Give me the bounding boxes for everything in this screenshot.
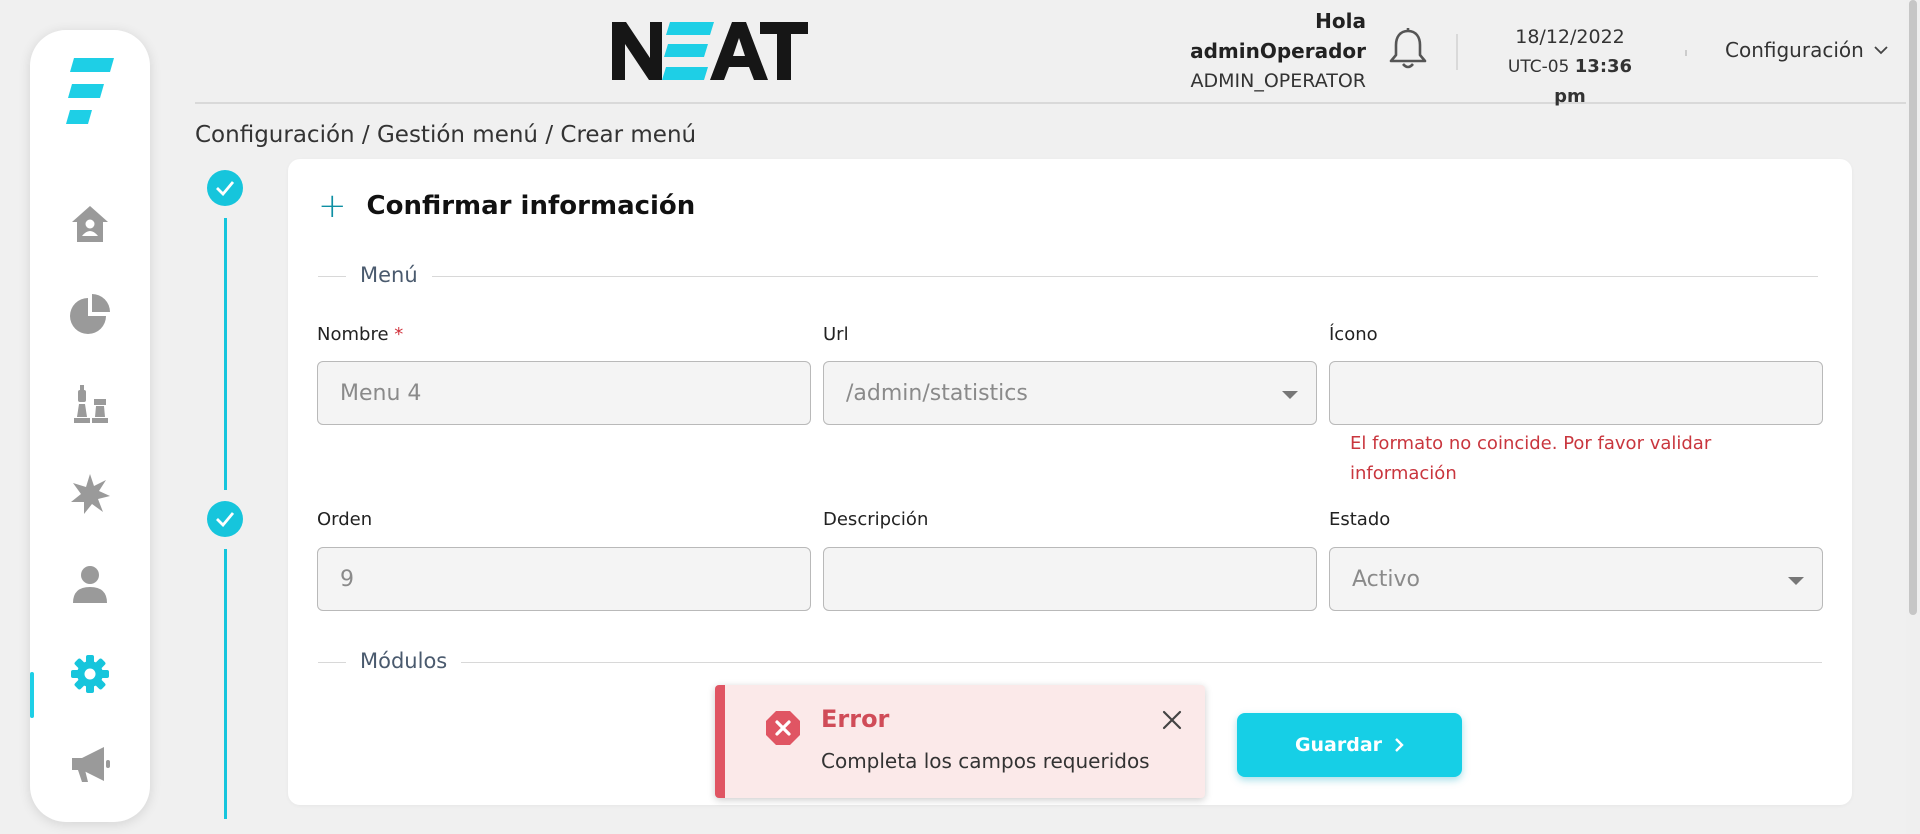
estado-select[interactable]: Activo: [1329, 547, 1823, 611]
caret-down-icon: [1788, 577, 1804, 585]
plus-icon[interactable]: +: [318, 189, 347, 223]
megaphone-icon: [72, 747, 110, 782]
check-icon: [216, 181, 235, 196]
user-role: ADMIN_OPERATOR: [1190, 70, 1366, 92]
url-value: /admin/statistics: [846, 380, 1028, 406]
toast-message: Completa los campos requeridos: [821, 749, 1150, 773]
section-divider: [318, 276, 1818, 277]
config-label: Configuración: [1725, 38, 1864, 62]
nombre-label: Nombre *: [317, 324, 403, 345]
sidebar-item-strategy[interactable]: [30, 372, 150, 436]
notification-bell-icon[interactable]: [1385, 26, 1431, 72]
home-icon: [72, 206, 108, 242]
icono-field[interactable]: [1329, 361, 1823, 425]
top-header: Hola adminOperador ADMIN_OPERATOR: [195, 0, 1920, 104]
orden-label: Orden: [317, 509, 373, 530]
estado-value: Activo: [1352, 566, 1420, 592]
scrollbar-thumb[interactable]: [1909, 0, 1917, 615]
greeting-text: Hola: [1315, 9, 1366, 33]
sidebar-item-statistics[interactable]: [30, 282, 150, 346]
step-connector: [224, 218, 227, 490]
card-header: + Confirmar información: [318, 189, 695, 223]
sidebar: [30, 30, 150, 822]
step-connector: [224, 549, 227, 819]
orden-value: 9: [340, 566, 354, 592]
nombre-value: Menu 4: [340, 380, 422, 406]
descripcion-label: Descripción: [823, 509, 929, 530]
user-icon: [73, 566, 107, 603]
toast-title: Error: [821, 705, 890, 733]
burst-icon: [71, 474, 110, 514]
sidebar-item-settings[interactable]: [30, 642, 150, 706]
sidebar-item-home[interactable]: [30, 192, 150, 256]
close-icon[interactable]: [1161, 709, 1183, 731]
step-1-complete: [207, 170, 243, 206]
section-title-modules: Módulos: [346, 649, 462, 673]
orden-field[interactable]: 9: [317, 547, 811, 611]
save-button-label: Guardar: [1294, 734, 1383, 756]
nombre-field[interactable]: Menu 4: [317, 361, 811, 425]
timezone-time: UTC-05 13:36 pm: [1495, 52, 1645, 112]
error-toast: Error Completa los campos requeridos: [715, 685, 1205, 798]
required-mark: *: [394, 324, 404, 345]
breadcrumb: Configuración / Gestión menú / Crear men…: [195, 122, 697, 148]
app-logo-icon[interactable]: [66, 54, 116, 126]
step-2-complete: [207, 501, 243, 537]
chevron-right-icon: [1395, 738, 1404, 752]
nombre-label-text: Nombre: [317, 324, 389, 345]
url-select[interactable]: /admin/statistics: [823, 361, 1317, 425]
username: adminOperador: [1190, 39, 1366, 63]
error-icon: [766, 711, 800, 745]
icono-error-message: El formato no coincide. Por favor valida…: [1350, 433, 1712, 484]
descripcion-field[interactable]: [823, 547, 1317, 611]
gear-icon: [71, 655, 109, 693]
check-icon: [216, 512, 235, 527]
chevron-down-icon: [1874, 46, 1888, 55]
sidebar-item-campaigns[interactable]: [30, 732, 150, 796]
current-date: 18/12/2022: [1515, 26, 1625, 48]
icono-label: Ícono: [1329, 324, 1378, 345]
timezone: UTC-05: [1507, 57, 1570, 77]
config-dropdown[interactable]: Configuración: [1725, 38, 1888, 62]
save-button[interactable]: Guardar: [1237, 713, 1462, 777]
header-divider: [1456, 34, 1458, 70]
chess-icon: [74, 385, 108, 423]
pie-chart-icon: [70, 294, 110, 334]
page-scrollbar[interactable]: [1906, 0, 1920, 834]
neat-logo: [612, 22, 808, 80]
sidebar-item-events[interactable]: [30, 462, 150, 526]
card-title: Confirmar información: [366, 191, 696, 221]
user-greeting: Hola adminOperador ADMIN_OPERATOR: [1190, 6, 1366, 96]
section-divider: [318, 662, 1822, 663]
header-divider-small: [1685, 50, 1687, 56]
sidebar-item-users[interactable]: [30, 552, 150, 616]
url-label: Url: [823, 324, 849, 345]
caret-down-icon: [1282, 391, 1298, 399]
date-time: 18/12/2022 UTC-05 13:36 pm: [1495, 22, 1645, 112]
section-title-menu: Menú: [346, 263, 432, 287]
estado-label: Estado: [1329, 509, 1391, 530]
